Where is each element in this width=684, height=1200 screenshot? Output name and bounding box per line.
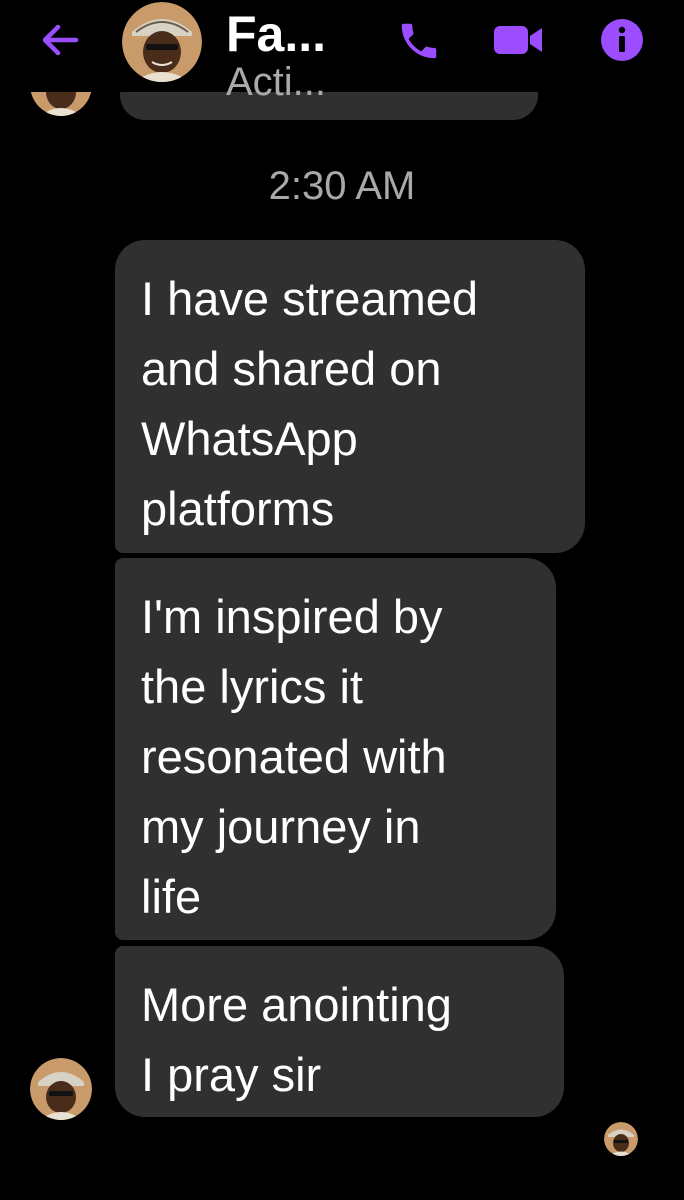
video-call-button[interactable] xyxy=(492,22,546,58)
contact-name[interactable]: Fa... xyxy=(226,4,326,64)
contact-avatar[interactable] xyxy=(122,2,202,82)
info-icon xyxy=(601,19,643,61)
video-camera-icon xyxy=(494,26,542,54)
message-bubble[interactable]: I have streamed and shared on WhatsApp p… xyxy=(115,240,585,553)
back-button[interactable] xyxy=(38,18,82,62)
sender-avatar[interactable] xyxy=(30,1058,92,1120)
message-bubble[interactable]: More anointing I pray sir xyxy=(115,946,564,1117)
read-receipt-avatar xyxy=(604,1122,638,1156)
voice-call-button[interactable] xyxy=(396,18,442,64)
message-bubble[interactable]: I'm inspired by the lyrics it resonated … xyxy=(115,558,556,940)
messenger-chat-screen: Fa... Acti... 2:30 AM I have streamed an… xyxy=(0,0,684,1200)
message-timestamp: 2:30 AM xyxy=(268,164,416,208)
info-button[interactable] xyxy=(600,18,644,62)
chat-header: Fa... Acti... xyxy=(0,0,684,104)
arrow-left-icon xyxy=(42,24,79,56)
active-status: Acti... xyxy=(226,60,327,104)
phone-icon xyxy=(401,23,437,59)
